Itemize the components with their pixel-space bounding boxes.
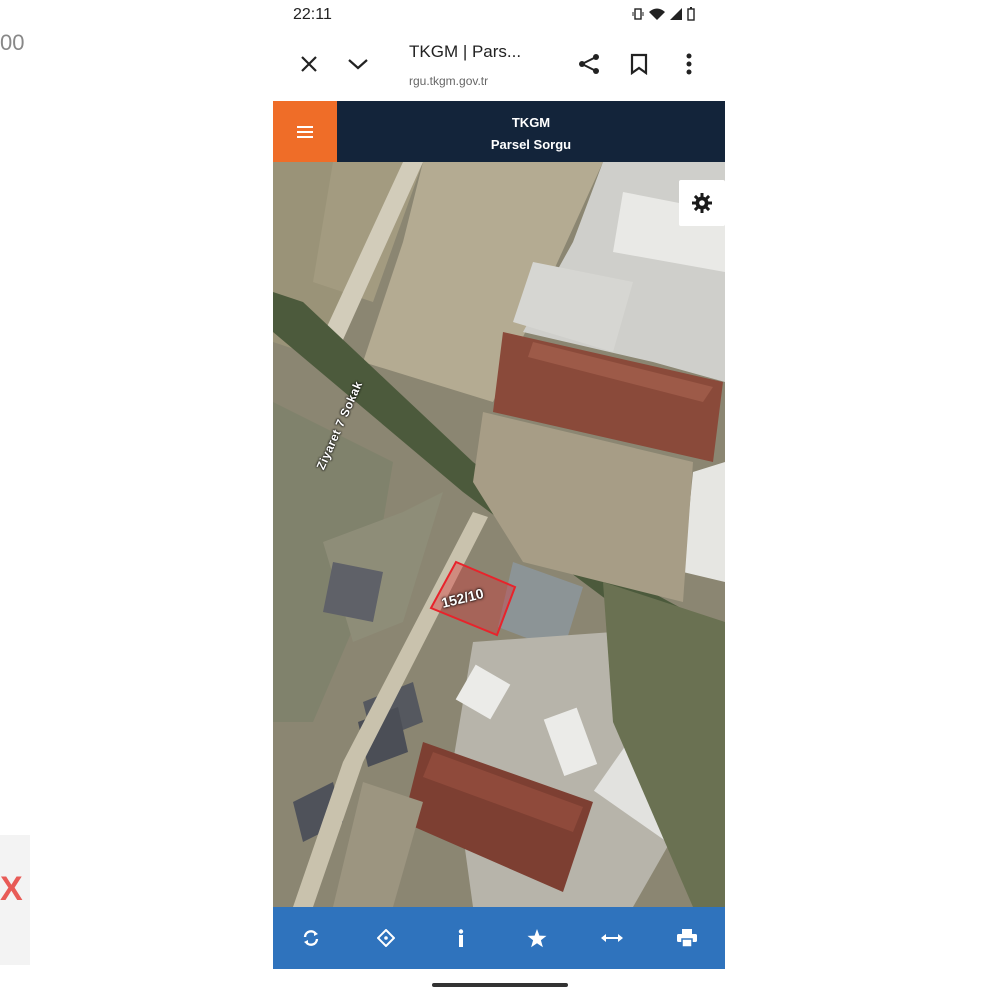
more-vertical-icon xyxy=(686,53,692,75)
app-header: TKGM Parsel Sorgu xyxy=(273,101,725,162)
home-indicator[interactable] xyxy=(432,983,568,987)
status-time: 22:11 xyxy=(293,6,332,23)
close-icon xyxy=(301,56,317,72)
background-number: 00 xyxy=(0,30,25,55)
background-mark: X xyxy=(0,870,23,908)
browser-toolbar: TKGM | Pars... rgu.tkgm.gov.tr xyxy=(273,30,725,100)
vibrate-icon xyxy=(632,8,644,20)
collapse-button[interactable] xyxy=(342,48,374,80)
measure-button[interactable] xyxy=(592,918,632,958)
page-title: TKGM | Pars... xyxy=(409,42,522,61)
settings-button[interactable] xyxy=(679,180,725,226)
info-button[interactable] xyxy=(441,918,481,958)
share-icon xyxy=(579,54,599,74)
share-button[interactable] xyxy=(573,48,605,80)
app-title: TKGM xyxy=(511,115,551,130)
star-icon xyxy=(527,928,547,947)
close-tab-button[interactable] xyxy=(293,48,325,80)
wifi-icon xyxy=(649,8,665,20)
refresh-button[interactable] xyxy=(291,918,331,958)
page-url[interactable]: rgu.tkgm.gov.tr xyxy=(409,74,488,88)
refresh-icon xyxy=(303,930,318,946)
map-toolbar xyxy=(273,907,725,969)
bookmark-icon xyxy=(630,53,648,75)
signal-icon xyxy=(670,8,682,20)
satellite-map[interactable]: Ziyaret 7 Sokak 152/10 xyxy=(273,162,725,907)
measure-icon xyxy=(600,934,623,942)
menu-button[interactable] xyxy=(273,101,337,162)
gear-icon xyxy=(692,193,712,213)
print-button[interactable] xyxy=(667,918,707,958)
bookmark-button[interactable] xyxy=(623,48,655,80)
status-bar: 22:11 xyxy=(273,0,725,30)
hamburger-icon xyxy=(297,125,313,138)
info-icon xyxy=(459,929,464,947)
locate-icon xyxy=(376,929,395,947)
battery-icon xyxy=(687,7,695,21)
more-options-button[interactable] xyxy=(673,48,705,80)
parcel-highlight[interactable] xyxy=(273,162,725,907)
print-icon xyxy=(677,929,698,947)
favorite-button[interactable] xyxy=(517,918,557,958)
chevron-down-icon xyxy=(348,59,368,70)
status-icons xyxy=(632,7,695,21)
app-subtitle: Parsel Sorgu xyxy=(490,137,572,152)
locate-button[interactable] xyxy=(366,918,406,958)
